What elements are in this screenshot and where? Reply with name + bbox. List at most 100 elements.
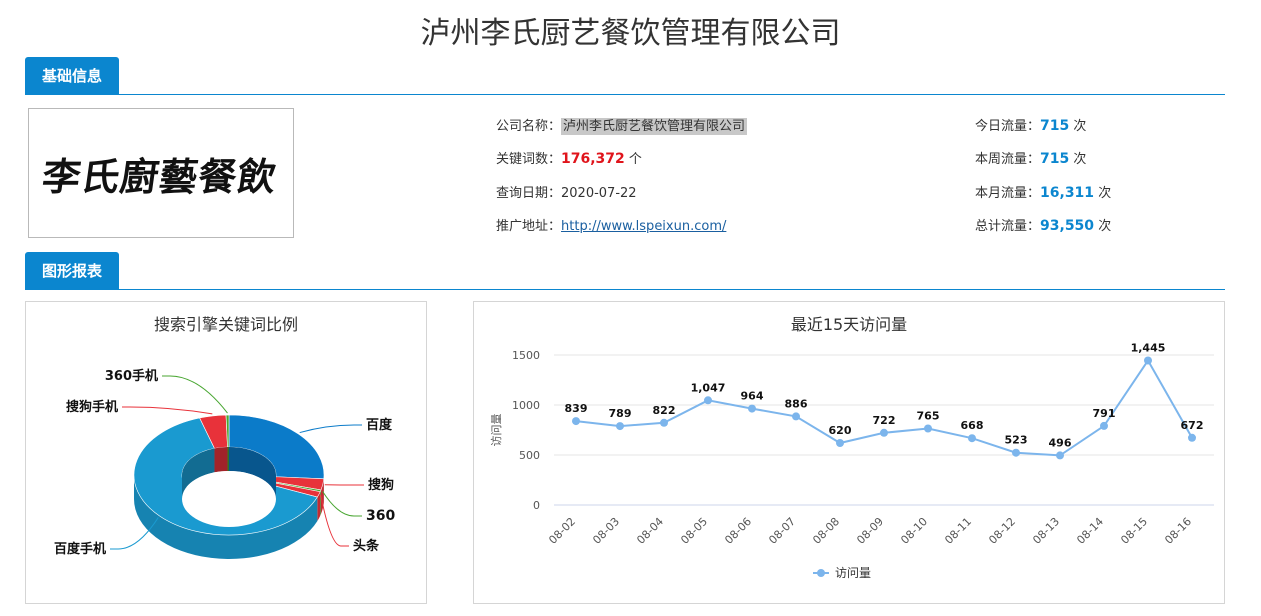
query-date-value: 2020-07-22 [561, 186, 637, 201]
donut-label-搜狗: 搜狗 [368, 477, 394, 493]
total-traffic-unit: 次 [1098, 219, 1112, 234]
data-label-08-09: 722 [873, 414, 896, 427]
company-logo: 李氏廚藝餐飲 [28, 108, 294, 238]
promo-url-label: 推广地址： [496, 219, 562, 234]
data-point-08-11 [968, 434, 976, 443]
x-tick-label-08-13: 08-13 [1030, 515, 1062, 547]
month-traffic-unit: 次 [1098, 186, 1112, 201]
x-tick-label-08-15: 08-15 [1118, 515, 1150, 547]
today-traffic-label: 今日流量： [975, 119, 1041, 134]
data-point-08-03 [616, 422, 624, 431]
data-label-08-05: 1,047 [691, 381, 726, 394]
query-date-row: 查询日期：2020-07-22 [496, 182, 637, 201]
x-tick-label-08-16: 08-16 [1162, 515, 1194, 547]
month-traffic-value: 16,311 [1040, 185, 1095, 201]
keyword-ratio-donut-chart: 百度搜狗 360 头条 百度手机 搜狗手机 360手机 [54, 368, 395, 559]
legend-label-visits: 访问量 [835, 566, 871, 580]
data-label-08-15: 1,445 [1131, 342, 1166, 355]
logo-text: 李氏廚藝餐飲 [39, 153, 280, 199]
data-point-08-14 [1100, 421, 1108, 430]
data-point-08-08 [836, 439, 844, 447]
donut-hole [182, 471, 276, 527]
y-axis-label: 访问量 [490, 414, 503, 447]
keyword-count-label: 关键词数： [496, 152, 562, 167]
data-label-08-07: 886 [785, 397, 808, 410]
data-point-08-07 [792, 412, 800, 421]
donut-inner-wall-搜狗手机-0 [214, 447, 228, 473]
x-tick-label-08-11: 08-11 [942, 515, 974, 547]
donut-label-360手机: 360手机 [105, 368, 158, 384]
y-tick-label-500: 500 [519, 449, 540, 462]
data-label-08-04: 822 [653, 404, 676, 417]
x-tick-label-08-05: 08-05 [678, 515, 710, 547]
keyword-count-row: 关键词数：176,372 个 [496, 148, 642, 167]
donut-leader-百度 [299, 424, 362, 434]
x-tick-label-08-02: 08-02 [546, 515, 578, 547]
y-tick-label-1000: 1000 [512, 399, 540, 412]
keyword-count-unit: 个 [628, 152, 642, 167]
daily-visits-panel: 最近15天访问量 0 500 1000 1500 访问量 08-02 08-03 08-04 0… [473, 301, 1225, 604]
donut-outer-wall-360 [320, 489, 322, 516]
y-tick-label-1500: 1500 [512, 349, 540, 362]
total-traffic-value: 93,550 [1040, 218, 1095, 234]
x-tick-label-08-14: 08-14 [1074, 515, 1106, 547]
company-name-label: 公司名称： [496, 119, 562, 134]
x-tick-label-08-09: 08-09 [854, 515, 886, 547]
promo-url-link[interactable]: http://www.lspeixun.com/ [561, 219, 726, 234]
x-tick-label-08-07: 08-07 [766, 515, 798, 547]
donut-label-头条: 头条 [353, 538, 380, 554]
data-label-08-11: 668 [961, 419, 984, 432]
week-traffic-value: 715 [1040, 151, 1070, 167]
data-label-08-10: 765 [917, 410, 940, 423]
donut-inner-wall-360手机-0 [227, 447, 229, 472]
page-title: 泸州李氏厨艺餐饮管理有限公司 [420, 16, 841, 51]
x-tick-label-08-04: 08-04 [634, 515, 666, 547]
total-traffic-label: 总计流量： [975, 219, 1041, 234]
donut-label-百度: 百度 [366, 417, 393, 433]
x-tick-label-08-06: 08-06 [722, 515, 754, 547]
data-label-08-16: 672 [1181, 419, 1204, 432]
data-label-08-06: 964 [741, 390, 764, 403]
data-label-08-02: 839 [565, 402, 588, 415]
company-name-value: 泸州李氏厨艺餐饮管理有限公司 [561, 118, 748, 135]
donut-label-搜狗手机: 搜狗手机 [66, 399, 118, 415]
data-point-08-02 [572, 417, 580, 426]
today-traffic-unit: 次 [1073, 119, 1087, 134]
data-point-08-05 [704, 396, 712, 405]
week-traffic-unit: 次 [1073, 152, 1087, 167]
promo-url-row: 推广地址：http://www.lspeixun.com/ [496, 215, 726, 234]
data-label-08-03: 789 [609, 407, 632, 420]
data-label-08-13: 496 [1049, 436, 1072, 449]
total-traffic-row: 总计流量：93,550 次 [975, 215, 1111, 234]
data-point-08-15 [1144, 356, 1152, 365]
chart-report-divider [25, 289, 1225, 290]
donut-label-360: 360 [366, 508, 395, 524]
data-label-08-08: 620 [829, 424, 852, 437]
week-traffic-label: 本周流量： [975, 152, 1041, 167]
month-traffic-label: 本月流量： [975, 186, 1041, 201]
daily-visits-line-chart: 0 500 1000 1500 访问量 08-02 08-03 08-04 08-05 08-06… [490, 342, 1214, 580]
data-label-08-14: 791 [1093, 407, 1116, 420]
x-tick-label-08-08: 08-08 [810, 515, 842, 547]
data-point-08-10 [924, 424, 932, 433]
today-traffic-row: 今日流量：715 次 [975, 115, 1086, 134]
data-point-08-13 [1056, 451, 1064, 460]
basic-info-tab[interactable]: 基础信息 [25, 57, 119, 95]
donut-leader-头条 [320, 494, 349, 547]
donut-leader-搜狗手机 [122, 406, 213, 415]
x-tick-label-08-03: 08-03 [590, 515, 622, 547]
keyword-ratio-panel: 搜索引擎关键词比例 百度 搜狗 360 头条 百度手机 搜狗手机 360手机 [25, 301, 427, 604]
y-tick-label-0: 0 [533, 499, 540, 512]
data-point-08-04 [660, 418, 668, 427]
today-traffic-value: 715 [1040, 118, 1070, 134]
data-point-08-12 [1012, 448, 1020, 457]
x-tick-label-08-10: 08-10 [898, 515, 930, 547]
basic-info-divider [25, 94, 1225, 95]
legend-marker-visits [817, 569, 825, 577]
month-traffic-row: 本月流量：16,311 次 [975, 182, 1111, 201]
data-point-08-16 [1188, 433, 1196, 442]
data-point-08-06 [748, 404, 756, 413]
chart-report-tab[interactable]: 图形报表 [25, 252, 119, 290]
query-date-label: 查询日期： [496, 186, 562, 201]
donut-leader-360手机 [162, 375, 228, 414]
